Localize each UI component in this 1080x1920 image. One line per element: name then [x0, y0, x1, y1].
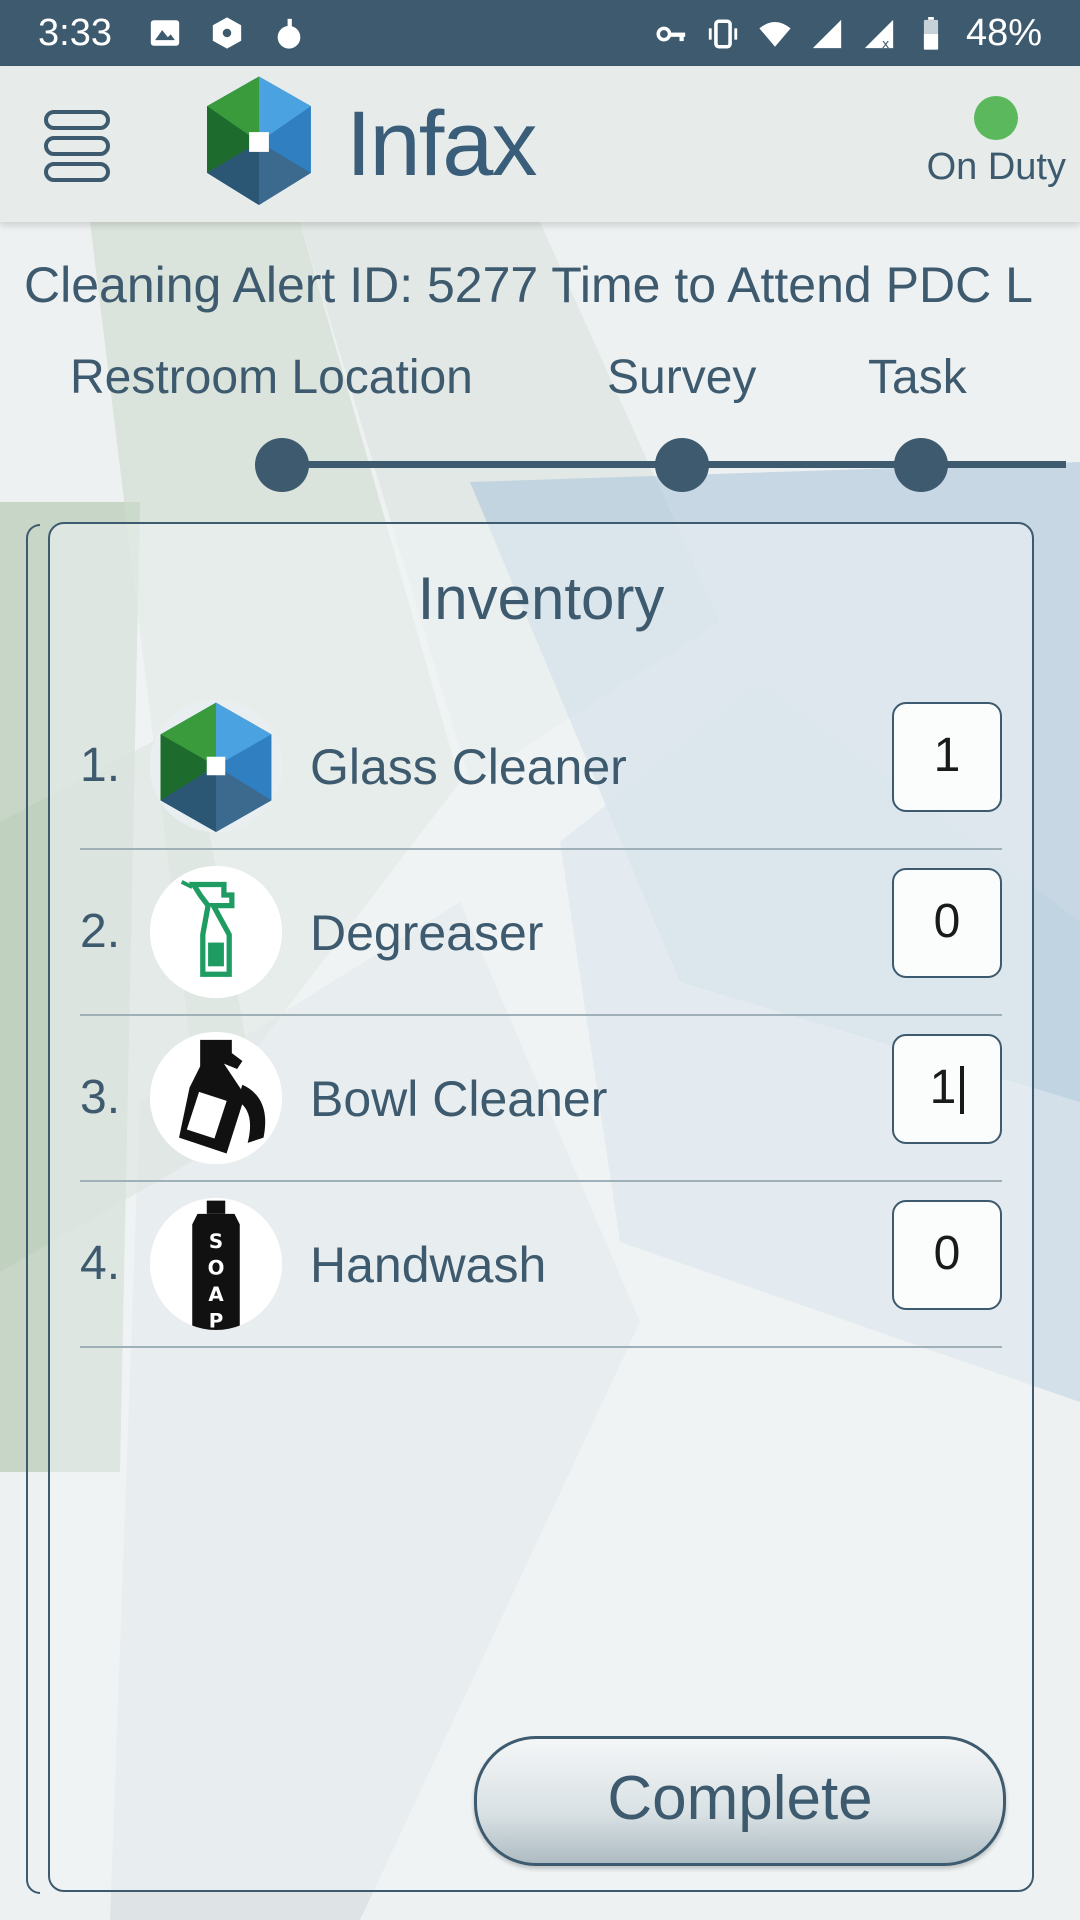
- step-survey[interactable]: Survey: [607, 350, 756, 405]
- list-item: 2. Degreaser 0: [80, 850, 1002, 1016]
- infax-logo-icon: [207, 76, 311, 206]
- previous-card-edge: [26, 524, 40, 1894]
- item-number: 3.: [80, 1071, 121, 1124]
- step-restroom-location[interactable]: Restroom Location: [70, 350, 473, 405]
- menu-bar-icon: [44, 110, 110, 130]
- step-dot-survey[interactable]: [655, 438, 709, 492]
- status-bar: 3:33 x 48%: [0, 0, 1080, 66]
- infax-logo-icon: [150, 700, 282, 832]
- quantity-input[interactable]: 0: [892, 868, 1002, 978]
- duty-status-indicator[interactable]: [974, 96, 1018, 140]
- signal-x-icon: x: [864, 19, 894, 51]
- status-time: 3:33: [38, 12, 112, 54]
- step-dot-task[interactable]: [894, 438, 948, 492]
- bomb-icon: [277, 18, 301, 49]
- app-bar: Infax On Duty: [0, 66, 1080, 222]
- battery-icon: [923, 16, 939, 50]
- svg-text:A: A: [208, 1283, 224, 1306]
- image-icon: [150, 20, 180, 46]
- list-item: 4. S O A P Handwash 0: [80, 1182, 1002, 1348]
- vibrate-icon: [708, 18, 738, 49]
- step-dot-restroom-location[interactable]: [255, 438, 309, 492]
- quantity-input[interactable]: 1: [892, 702, 1002, 812]
- alert-title: Cleaning Alert ID: 5277 Time to Attend P…: [24, 257, 1033, 313]
- item-name: Bowl Cleaner: [310, 1071, 608, 1127]
- svg-text:O: O: [208, 1257, 225, 1280]
- menu-bar-icon: [44, 136, 110, 156]
- item-name: Handwash: [310, 1237, 547, 1293]
- item-number: 2.: [80, 905, 121, 958]
- menu-bar-icon: [44, 162, 110, 182]
- item-number: 1.: [80, 739, 121, 792]
- list-item: 3. Bowl Cleaner 1: [80, 1016, 1002, 1182]
- cleaner-bottle-icon: [150, 1032, 282, 1164]
- battery-percent: 48%: [965, 12, 1042, 54]
- signal-icon: [812, 19, 842, 48]
- item-number: 4.: [80, 1237, 121, 1290]
- menu-button[interactable]: [44, 110, 110, 182]
- duty-status-label[interactable]: On Duty: [927, 146, 1066, 189]
- svg-text:S: S: [209, 1230, 223, 1253]
- quantity-input[interactable]: 0: [892, 1200, 1002, 1310]
- key-icon: [656, 26, 686, 41]
- system-icons: x 48%: [654, 12, 1042, 55]
- text-caret: [960, 1066, 965, 1115]
- item-name: Degreaser: [310, 905, 544, 961]
- svg-text:P: P: [209, 1309, 224, 1330]
- step-task[interactable]: Task: [868, 350, 967, 405]
- quantity-value: 1: [929, 1061, 957, 1114]
- svg-text:x: x: [882, 37, 890, 51]
- quantity-input[interactable]: 1: [892, 1034, 1002, 1144]
- brand-name: Infax: [346, 93, 537, 195]
- item-name: Glass Cleaner: [310, 739, 627, 795]
- inventory-title: Inventory: [417, 565, 665, 632]
- settings-hex-icon: [212, 17, 242, 49]
- spray-bottle-icon: [150, 866, 282, 998]
- notification-icons: [148, 16, 306, 50]
- list-item: 1. Glass Cleaner 1: [80, 684, 1002, 850]
- soap-bottle-icon: S O A P: [150, 1198, 282, 1330]
- wifi-icon: [759, 21, 791, 47]
- inventory-card: Inventory 1. Glass Cleaner 1 2. Degrease…: [48, 522, 1034, 1892]
- complete-button[interactable]: Complete: [474, 1736, 1006, 1866]
